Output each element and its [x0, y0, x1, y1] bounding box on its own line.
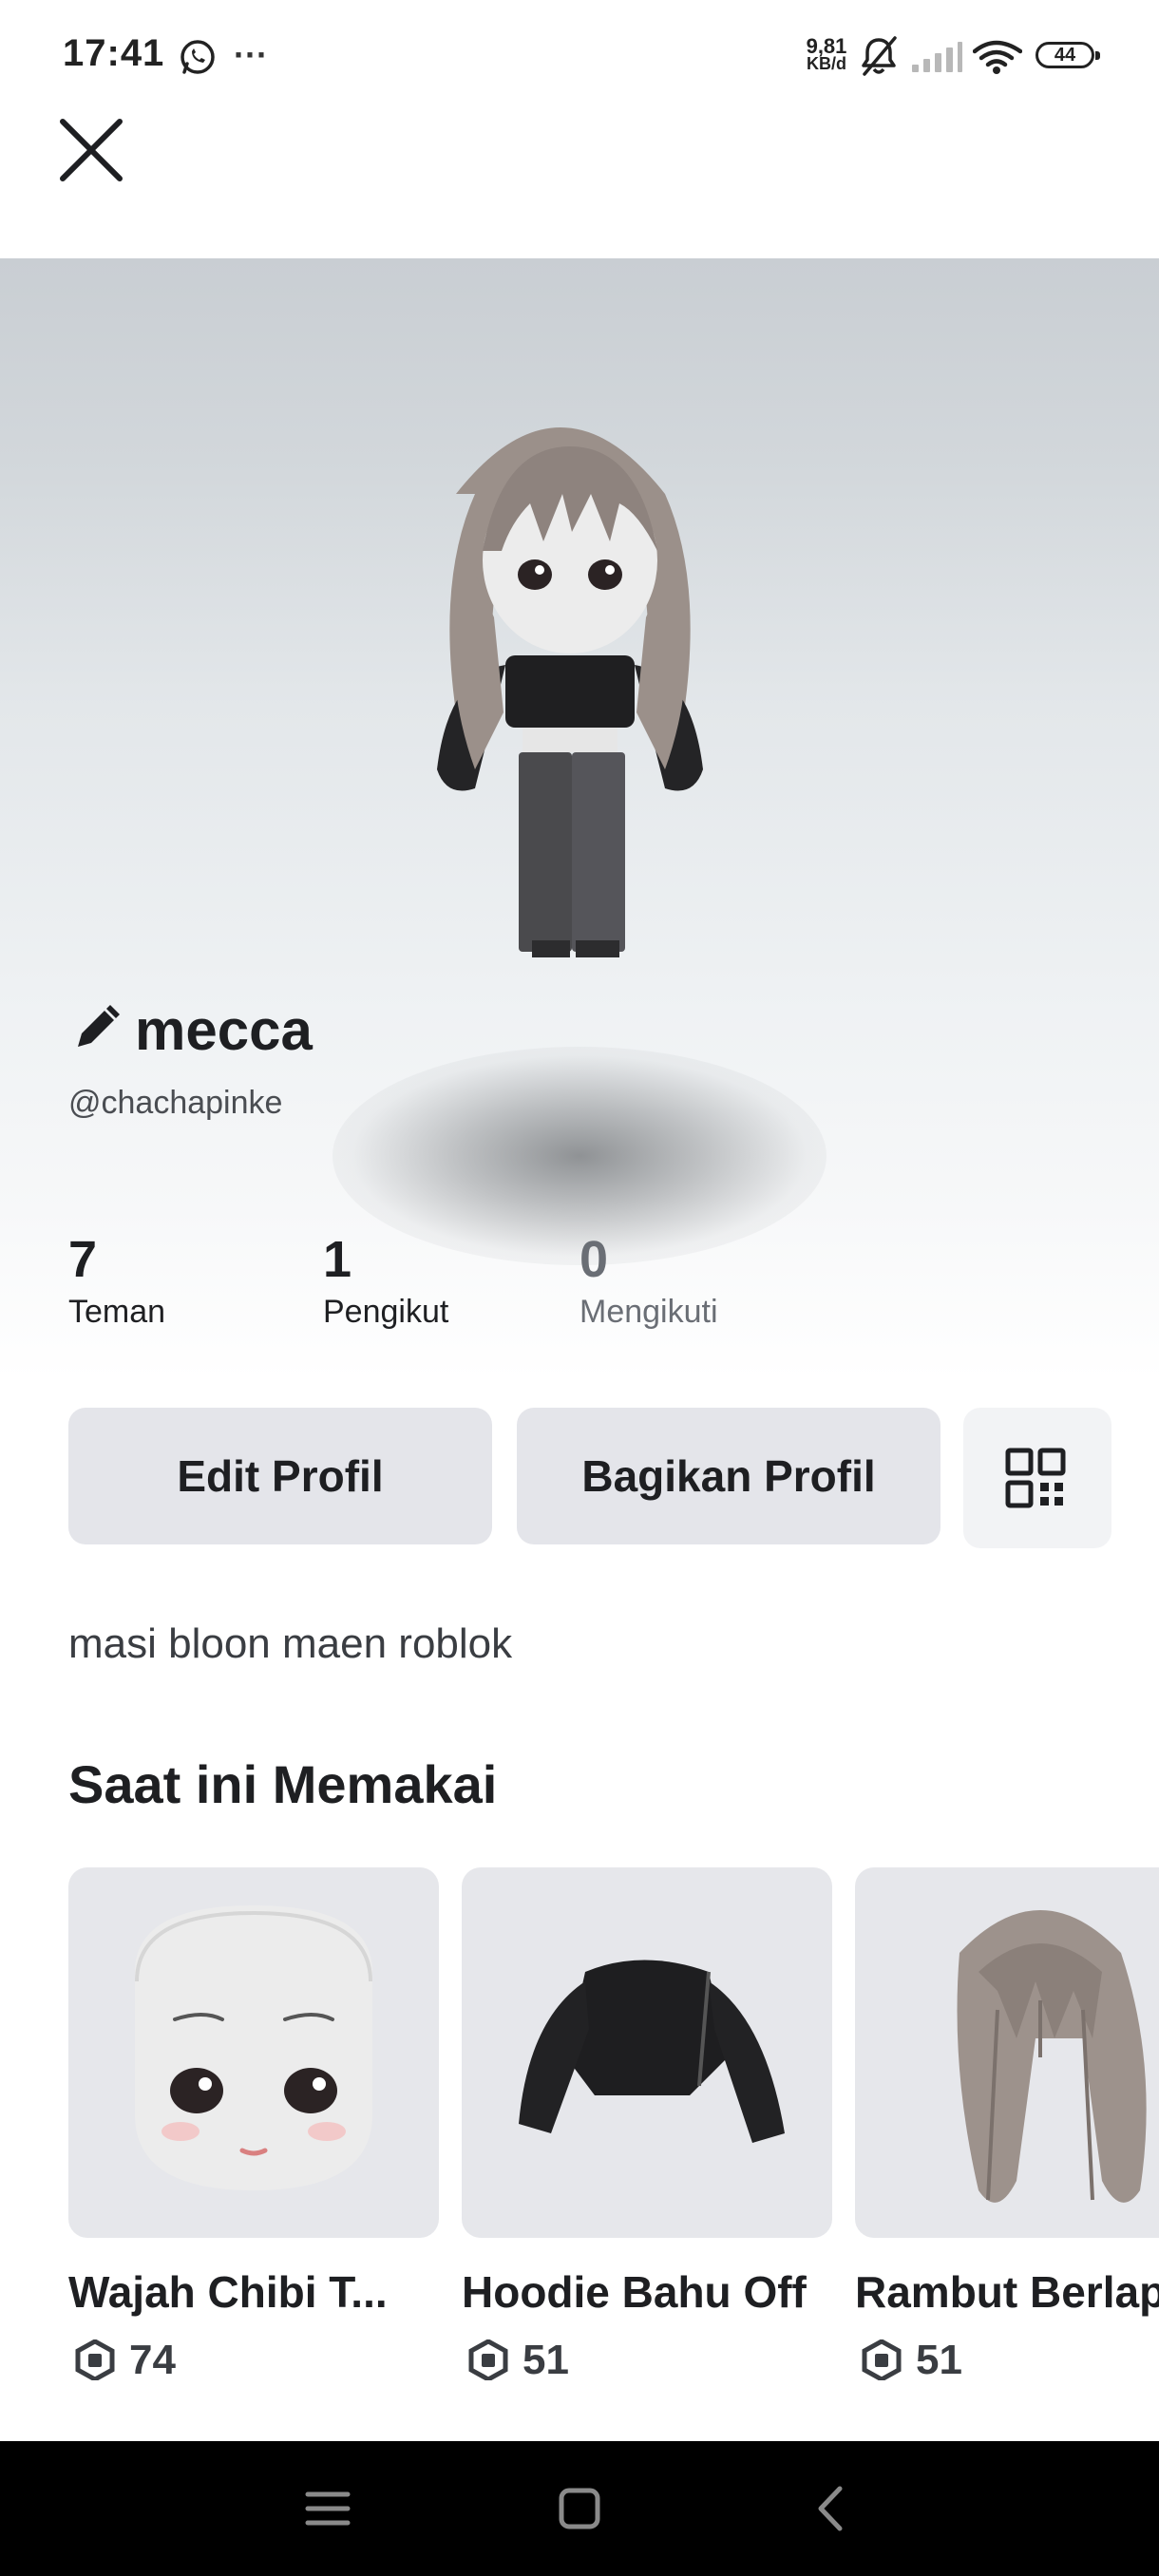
- display-name: mecca: [135, 997, 313, 1062]
- robux-icon: [862, 2339, 902, 2380]
- item-name: Wajah Chibi T...: [68, 2267, 388, 2317]
- item-thumbnail: [462, 1867, 832, 2238]
- wearing-items-carousel[interactable]: Wajah Chibi T... 74 Hoodie Bahu Off 51 R…: [68, 1867, 1159, 2380]
- stat-followers[interactable]: 1 Pengikut: [323, 1231, 448, 1331]
- status-time: 17:41: [63, 32, 165, 74]
- avatar-figure: [437, 427, 703, 957]
- item-name: Rambut Berlap: [855, 2267, 1159, 2317]
- item-thumbnail: [68, 1867, 439, 2238]
- share-profile-button[interactable]: Bagikan Profil: [517, 1408, 940, 1544]
- battery-icon: 44: [1036, 42, 1100, 68]
- item-price: 51: [462, 2337, 832, 2380]
- back-icon[interactable]: [798, 2475, 864, 2542]
- display-name-row: mecca: [68, 992, 313, 1068]
- close-icon[interactable]: [53, 112, 129, 188]
- wearing-item[interactable]: Hoodie Bahu Off 51: [462, 1867, 832, 2380]
- profile-page: 17:41 ··· 9,81 KB/d 44 mecca @chachapink…: [0, 0, 1159, 2576]
- wearing-item[interactable]: Rambut Berlap 51: [855, 1867, 1159, 2380]
- face-thumbnail-image: [135, 1905, 372, 2190]
- hoodie-thumbnail-image: [519, 1960, 785, 2143]
- whatsapp-icon: [180, 40, 215, 74]
- signal-icon: [912, 42, 962, 72]
- menu-icon[interactable]: [294, 2475, 361, 2542]
- qr-code-icon: [1005, 1448, 1066, 1508]
- more-dots-icon: ···: [234, 35, 268, 74]
- wearing-item[interactable]: Wajah Chibi T... 74: [68, 1867, 439, 2380]
- username: @chachapinke: [68, 1085, 283, 1121]
- robux-icon: [75, 2339, 115, 2380]
- wearing-section-title: Saat ini Memakai: [68, 1754, 498, 1814]
- hair-thumbnail-image: [957, 1910, 1147, 2203]
- profile-bio: masi bloon maen roblok: [68, 1620, 513, 1667]
- qr-code-button[interactable]: [963, 1408, 1112, 1548]
- bell-muted-icon: [862, 36, 897, 76]
- item-price: 51: [855, 2337, 1159, 2380]
- stat-friends[interactable]: 7 Teman: [68, 1231, 165, 1331]
- home-icon[interactable]: [546, 2475, 613, 2542]
- edit-profile-button[interactable]: Edit Profil: [68, 1408, 492, 1544]
- network-speed: 9,81 KB/d: [806, 34, 847, 73]
- wifi-icon: [973, 40, 1022, 74]
- avatar-hero: mecca @chachapinke: [0, 258, 1159, 1379]
- robux-icon: [468, 2339, 508, 2380]
- system-nav-bar: [0, 2441, 1159, 2576]
- item-price: 74: [68, 2337, 439, 2380]
- edit-pencil-icon[interactable]: [68, 1003, 122, 1056]
- item-thumbnail: [855, 1867, 1159, 2238]
- item-name: Hoodie Bahu Off: [462, 2267, 807, 2317]
- stat-following[interactable]: 0 Mengikuti: [580, 1231, 718, 1331]
- status-bar: 17:41 ··· 9,81 KB/d 44: [0, 0, 1159, 112]
